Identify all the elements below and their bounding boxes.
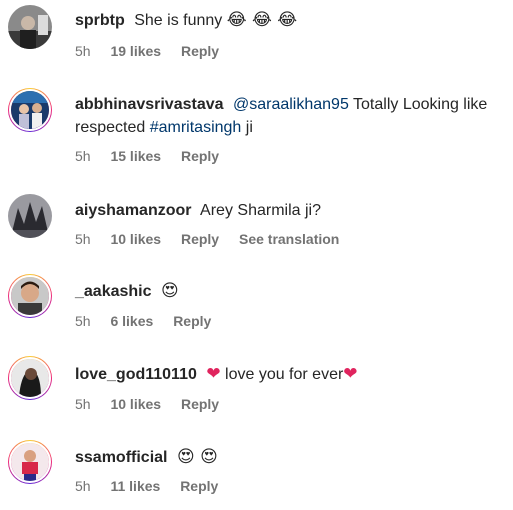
timestamp: 5h <box>75 478 91 494</box>
avatar-image <box>9 357 51 399</box>
reply-button[interactable]: Reply <box>181 231 219 247</box>
red-heart-icon: ❤ <box>343 364 358 384</box>
avatar-image <box>8 194 52 238</box>
heart-eyes-emoji-icon: 😍 😍 <box>176 447 218 467</box>
red-heart-icon: ❤ <box>206 364 221 384</box>
comment-text: She is funny <box>134 12 223 29</box>
avatar-image <box>8 5 52 49</box>
username-link[interactable]: _aakashic <box>75 283 152 300</box>
timestamp: 5h <box>75 231 91 247</box>
reply-button[interactable]: Reply <box>181 396 219 412</box>
likes-count[interactable]: 19 likes <box>110 43 161 59</box>
comment-body: ssamofficial 😍 😍 <box>75 446 507 469</box>
hashtag-link[interactable]: #amritasingh <box>150 119 242 136</box>
comment-meta: 5h 15 likes Reply <box>75 148 235 164</box>
comment-body: aiyshamanzoor Arey Sharmila ji? <box>75 199 507 222</box>
comment-meta: 5h 19 likes Reply <box>75 43 235 59</box>
likes-count[interactable]: 15 likes <box>110 148 161 164</box>
comment-text: Arey Sharmila ji? <box>200 202 321 219</box>
timestamp: 5h <box>75 396 91 412</box>
timestamp: 5h <box>75 313 91 329</box>
avatar[interactable] <box>8 356 52 400</box>
avatar[interactable] <box>8 194 52 238</box>
username-link[interactable]: aiyshamanzoor <box>75 202 191 219</box>
reply-button[interactable]: Reply <box>173 313 211 329</box>
comment-meta: 5h 6 likes Reply <box>75 313 227 329</box>
likes-count[interactable]: 6 likes <box>110 313 153 329</box>
likes-count[interactable]: 10 likes <box>110 396 161 412</box>
comment-body: abbhinavsrivastava @saraalikhan95 Totall… <box>75 93 507 139</box>
laughing-emoji-icon: 😂 😂 😂 <box>226 10 298 30</box>
likes-count[interactable]: 11 likes <box>110 478 160 494</box>
reply-button[interactable]: Reply <box>181 148 219 164</box>
comment-body: sprbtp She is funny 😂 😂 😂 <box>75 9 507 32</box>
likes-count[interactable]: 10 likes <box>110 231 161 247</box>
avatar[interactable] <box>8 88 52 132</box>
username-link[interactable]: love_god110110 <box>75 366 197 383</box>
comment-body: love_god110110 ❤ love you for ever❤ <box>75 363 507 386</box>
username-link[interactable]: abbhinavsrivastava <box>75 96 224 113</box>
reply-button[interactable]: Reply <box>181 43 219 59</box>
reply-button[interactable]: Reply <box>180 478 218 494</box>
avatar-image <box>9 89 51 131</box>
avatar[interactable] <box>8 274 52 318</box>
comment-text-end: ji <box>245 119 253 136</box>
comment-meta: 5h 10 likes Reply <box>75 396 235 412</box>
comment-text: love you for ever <box>225 366 344 383</box>
timestamp: 5h <box>75 148 91 164</box>
comment-meta: 5h 11 likes Reply <box>75 478 234 494</box>
comment-meta: 5h 10 likes Reply See translation <box>75 231 355 247</box>
avatar[interactable] <box>8 5 52 49</box>
timestamp: 5h <box>75 43 91 59</box>
avatar[interactable] <box>8 440 52 484</box>
username-link[interactable]: sprbtp <box>75 12 125 29</box>
username-link[interactable]: ssamofficial <box>75 449 167 466</box>
comment-body: _aakashic 😍 <box>75 280 507 303</box>
see-translation-link[interactable]: See translation <box>239 231 339 247</box>
avatar-image <box>9 441 51 483</box>
avatar-image <box>9 275 51 317</box>
heart-eyes-emoji-icon: 😍 <box>160 281 179 301</box>
mention-link[interactable]: @saraalikhan95 <box>233 96 349 113</box>
